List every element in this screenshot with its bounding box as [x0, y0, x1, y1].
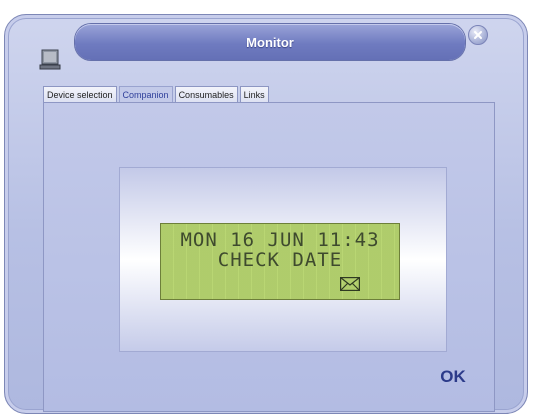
tab-device-selection[interactable]: Device selection — [43, 86, 117, 102]
lcd-line-2: CHECK DATE — [217, 249, 343, 271]
ok-button[interactable]: OK — [436, 366, 470, 388]
device-display-frame: MON 16 JUN 11:43 CHECK DATE — [119, 167, 447, 352]
lcd-line-1: MON 16 JUN 11:43 — [180, 229, 380, 251]
tab-bar: Device selection Companion Consumables L… — [43, 86, 271, 103]
monitor-computer-icon — [39, 49, 63, 73]
lcd-display: MON 16 JUN 11:43 CHECK DATE — [160, 223, 400, 300]
tab-companion[interactable]: Companion — [118, 86, 173, 102]
monitor-window: Monitor Device selection Companion Consu… — [4, 14, 528, 414]
envelope-icon — [340, 277, 360, 291]
companion-panel: MON 16 JUN 11:43 CHECK DATE OK — [43, 102, 495, 412]
tab-links[interactable]: Links — [239, 86, 269, 102]
tab-consumables[interactable]: Consumables — [174, 86, 238, 102]
window-title: Monitor — [246, 34, 294, 50]
close-icon — [474, 31, 482, 39]
close-button[interactable] — [468, 25, 488, 45]
title-bar[interactable]: Monitor — [75, 24, 465, 60]
